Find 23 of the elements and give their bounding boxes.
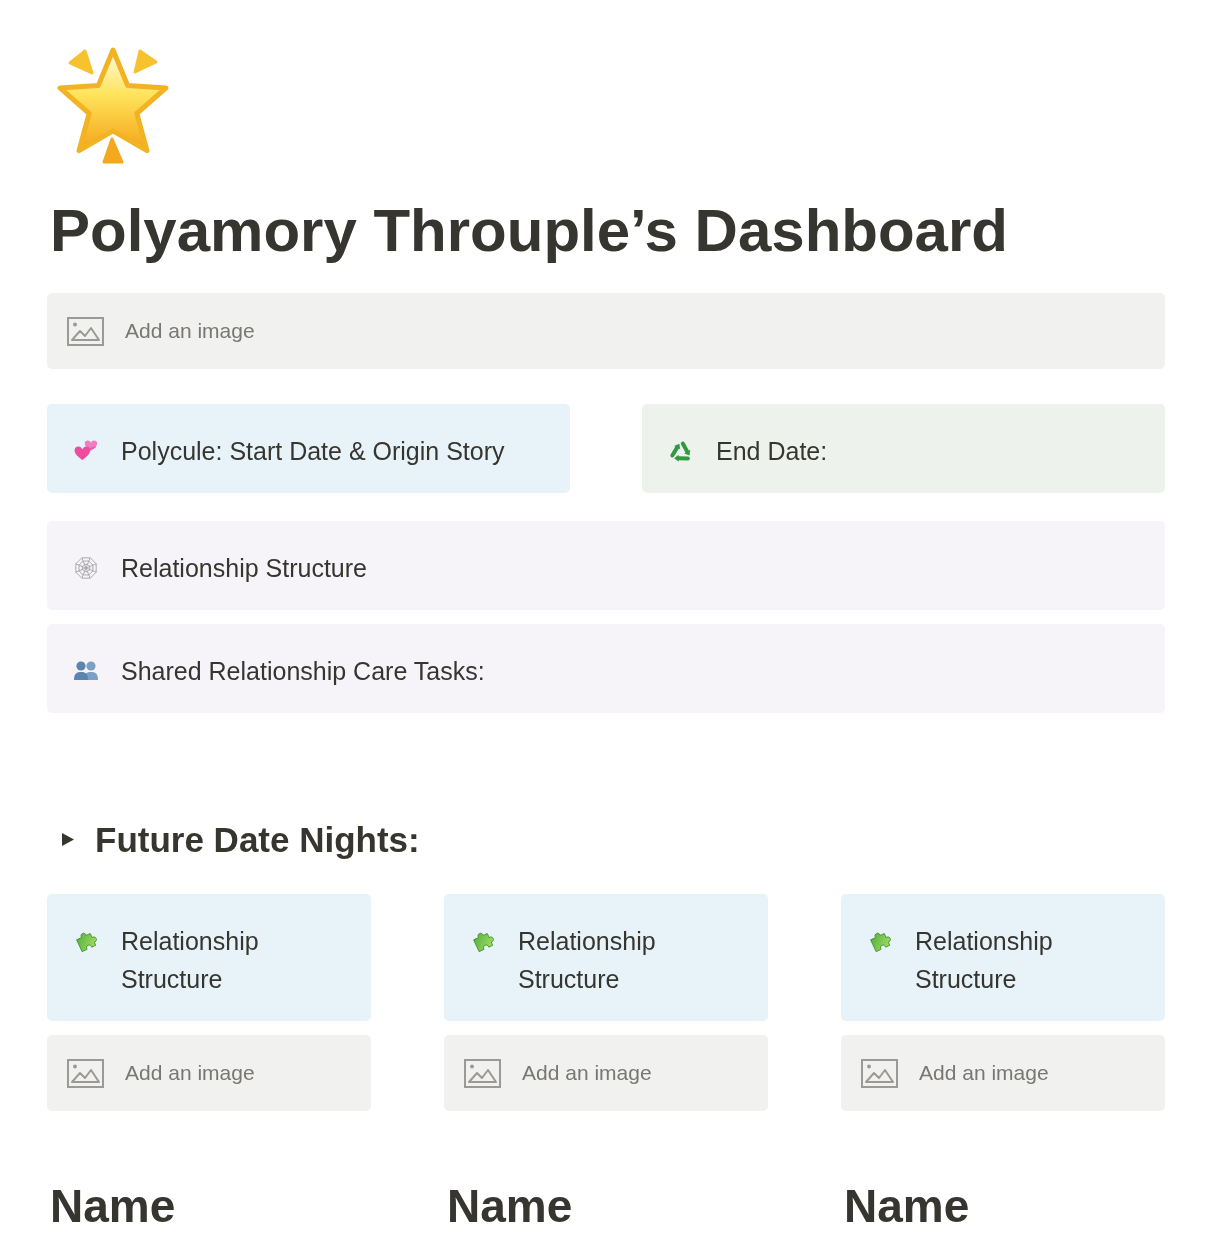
callout-text: End Date:: [716, 436, 828, 467]
image-icon: [464, 1058, 501, 1088]
image-icon: [67, 1058, 104, 1088]
callout-text: Relationship Structure: [915, 926, 1054, 995]
toggle-heading: Future Date Nights:: [95, 819, 420, 861]
image-icon: [861, 1058, 898, 1088]
add-image-button[interactable]: Add an image: [47, 293, 1165, 369]
page-title: Polyamory Throuple’s Dashboard: [50, 196, 1008, 266]
callout-text: Shared Relationship Care Tasks:: [121, 656, 485, 687]
column-heading: Name: [844, 1179, 970, 1234]
callout-text: Polycule: Start Date & Origin Story: [121, 436, 505, 467]
sparkling-star-icon: [57, 47, 169, 166]
column-heading: Name: [447, 1179, 573, 1234]
spider-web-icon: [73, 555, 99, 581]
callout-text: Relationship Structure: [121, 926, 260, 995]
add-image-button[interactable]: Add an image: [47, 1035, 371, 1111]
column-heading: Name: [50, 1179, 176, 1234]
callout-text: Relationship Structure: [121, 553, 367, 584]
image-icon: [67, 316, 104, 346]
caret-icon[interactable]: [60, 831, 75, 848]
add-image-button[interactable]: Add an image: [841, 1035, 1165, 1111]
callout-text: Relationship Structure: [518, 926, 657, 995]
add-image-button[interactable]: Add an image: [444, 1035, 768, 1111]
